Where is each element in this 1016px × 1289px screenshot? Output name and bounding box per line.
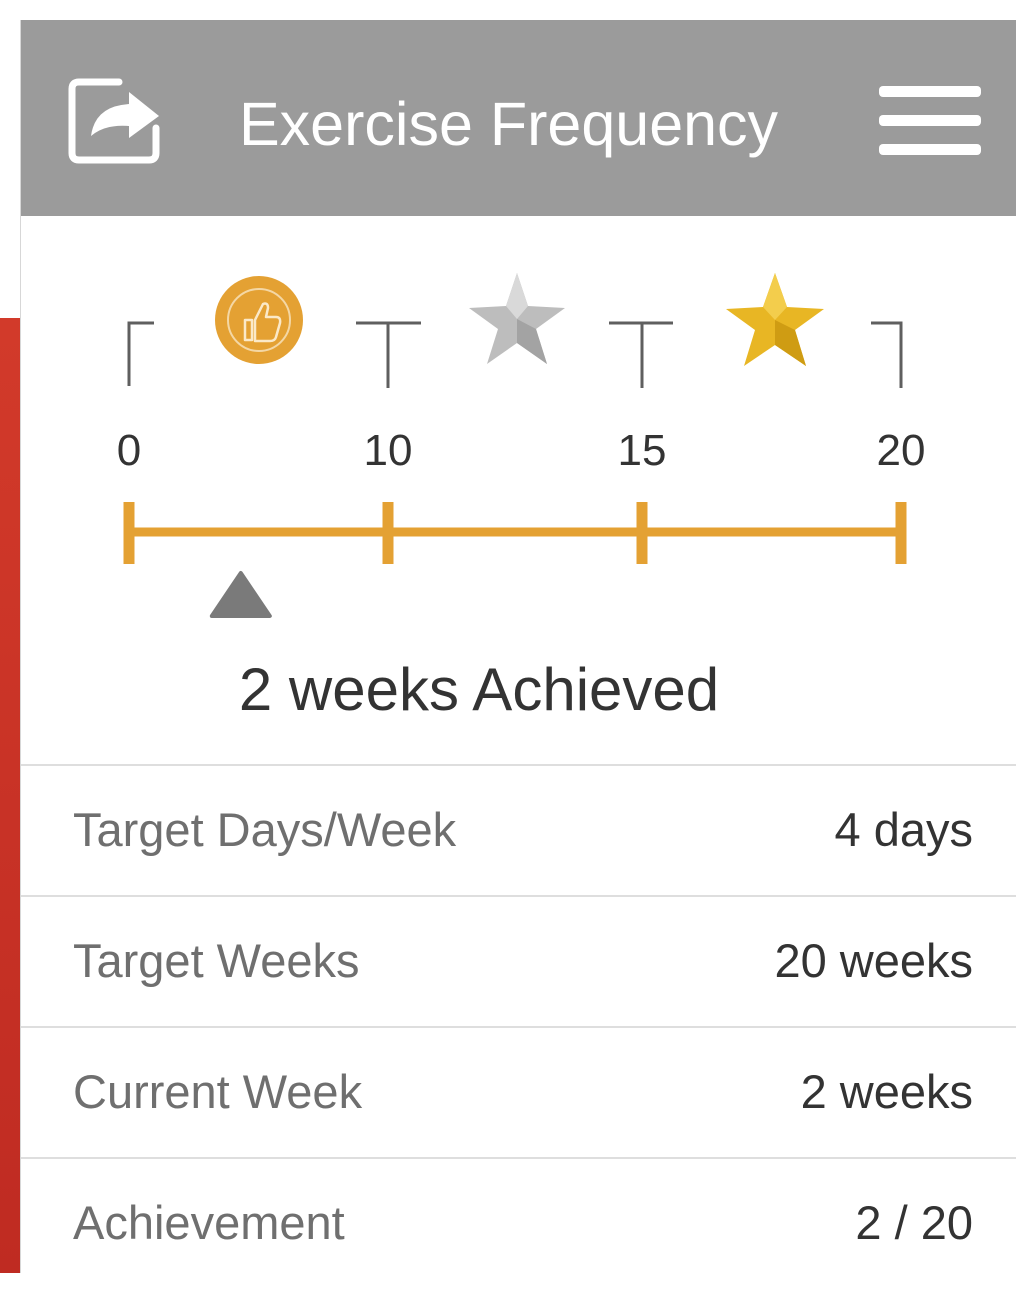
page-title: Exercise Frequency	[239, 90, 779, 158]
stat-label: Target Weeks	[73, 934, 360, 987]
hamburger-menu-icon	[879, 86, 981, 97]
tick-label-10: 10	[364, 426, 413, 475]
background-app-edge	[0, 318, 22, 1273]
achievement-status: 2 weeks Achieved	[238, 656, 720, 723]
progress-track	[123, 502, 907, 564]
stat-value: 20 weeks	[774, 934, 973, 987]
tick-label-20: 20	[877, 426, 926, 475]
thumbs-up-badge-icon	[215, 276, 303, 364]
share-icon	[68, 78, 160, 164]
tick-label-0: 0	[117, 426, 141, 475]
bracket-start	[127, 321, 154, 386]
current-position-marker-layer	[209, 571, 272, 618]
current-position-marker	[209, 571, 272, 618]
header-bar: Exercise Frequency	[21, 20, 1016, 216]
stat-row-target-weeks: Target Weeks 20 weeks	[21, 895, 1016, 1027]
stat-value: 2 weeks	[800, 1065, 973, 1118]
stat-value: 2 / 20	[855, 1196, 973, 1249]
bracket-15	[609, 321, 673, 388]
share-button[interactable]	[67, 72, 167, 166]
bracket-end	[871, 321, 903, 388]
stat-label: Current Week	[73, 1065, 363, 1118]
exercise-frequency-card: Exercise Frequency 0 10 15 20 2 weeks Ac…	[20, 20, 1016, 1273]
silver-star-icon	[469, 273, 565, 364]
stat-label: Achievement	[73, 1196, 345, 1249]
week-progress-scale: 0 10 15 20	[117, 273, 926, 564]
stat-value: 4 days	[834, 803, 973, 856]
bracket-10	[356, 321, 421, 388]
stat-row-target-days: Target Days/Week 4 days	[21, 764, 1016, 896]
stat-label: Target Days/Week	[73, 803, 457, 856]
stat-row-achievement: Achievement 2 / 20	[21, 1157, 1016, 1289]
gold-star-icon	[726, 273, 824, 366]
stat-row-current-week: Current Week 2 weeks	[21, 1026, 1016, 1158]
tick-label-15: 15	[618, 426, 667, 475]
menu-button[interactable]	[879, 86, 981, 158]
